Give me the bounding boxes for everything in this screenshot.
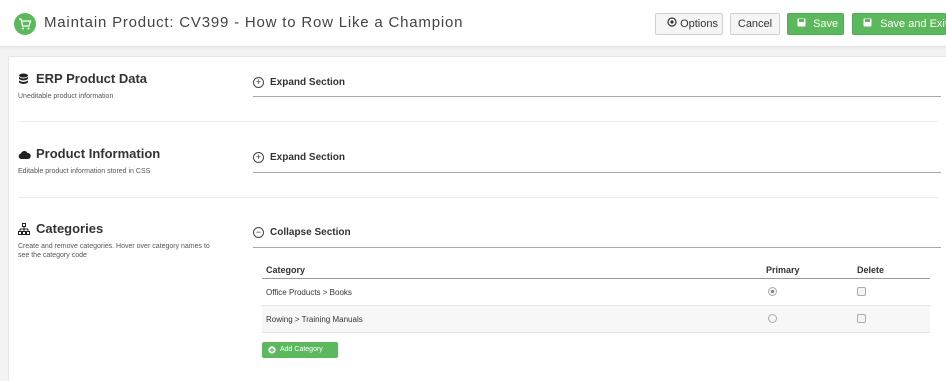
floppy-disk-icon	[797, 14, 806, 34]
section-title: Product Information	[18, 146, 160, 161]
database-icon	[18, 73, 29, 88]
section-description: Editable product information stored in C…	[18, 168, 151, 175]
save-and-exit-label: Save and Exit	[880, 18, 946, 30]
expand-section-toggle[interactable]: + Expand Section	[253, 152, 345, 163]
category-name[interactable]: Office Products > Books	[266, 288, 352, 297]
top-bar: Maintain Product: CV399 - How to Row Lik…	[0, 0, 946, 51]
plus-circle-icon: +	[253, 152, 264, 163]
column-header-category: Category	[266, 265, 306, 275]
section-title: Categories	[18, 221, 103, 236]
section-description: Uneditable product information	[18, 93, 114, 100]
section-rule	[253, 247, 941, 248]
toggle-label: Collapse Section	[270, 227, 351, 239]
section-divider	[18, 121, 938, 122]
cancel-label: Cancel	[737, 18, 773, 30]
cloud-icon	[18, 148, 31, 163]
shopping-cart-icon	[14, 13, 36, 35]
plus-circle-icon: +	[253, 77, 264, 88]
cancel-button[interactable]: Cancel	[730, 13, 780, 35]
add-category-label: Add Category	[280, 346, 323, 353]
delete-checkbox[interactable]	[857, 314, 866, 323]
page-title: Maintain Product: CV399 - How to Row Lik…	[44, 14, 464, 31]
primary-radio[interactable]	[768, 287, 777, 296]
column-header-primary: Primary	[766, 265, 800, 275]
add-category-button[interactable]: Add Category	[262, 342, 338, 358]
table-row	[262, 279, 930, 306]
section-description: Create and remove categories. Hover over…	[18, 243, 210, 259]
delete-checkbox[interactable]	[857, 287, 866, 296]
minus-circle-icon: −	[253, 227, 264, 238]
sitemap-icon	[18, 223, 30, 238]
category-name[interactable]: Rowing > Training Manuals	[266, 315, 363, 324]
primary-radio[interactable]	[768, 314, 777, 323]
save-label: Save	[813, 18, 839, 30]
save-button[interactable]: Save	[787, 13, 844, 35]
options-label: Options	[680, 18, 718, 30]
dot-circle-icon	[667, 14, 677, 34]
collapse-section-toggle[interactable]: − Collapse Section	[253, 227, 351, 238]
section-rule	[253, 172, 941, 173]
toggle-label: Expand Section	[270, 77, 346, 89]
section-rule	[253, 96, 941, 97]
plus-circle-icon	[268, 345, 276, 354]
section-title: ERP Product Data	[18, 71, 147, 86]
options-button[interactable]: Options	[655, 13, 723, 35]
expand-section-toggle[interactable]: + Expand Section	[253, 77, 345, 88]
toggle-label: Expand Section	[270, 152, 346, 164]
save-and-exit-button[interactable]: Save and Exit	[852, 13, 946, 35]
column-header-delete: Delete	[857, 265, 885, 275]
floppy-disk-icon	[863, 14, 872, 34]
section-divider	[18, 197, 938, 198]
